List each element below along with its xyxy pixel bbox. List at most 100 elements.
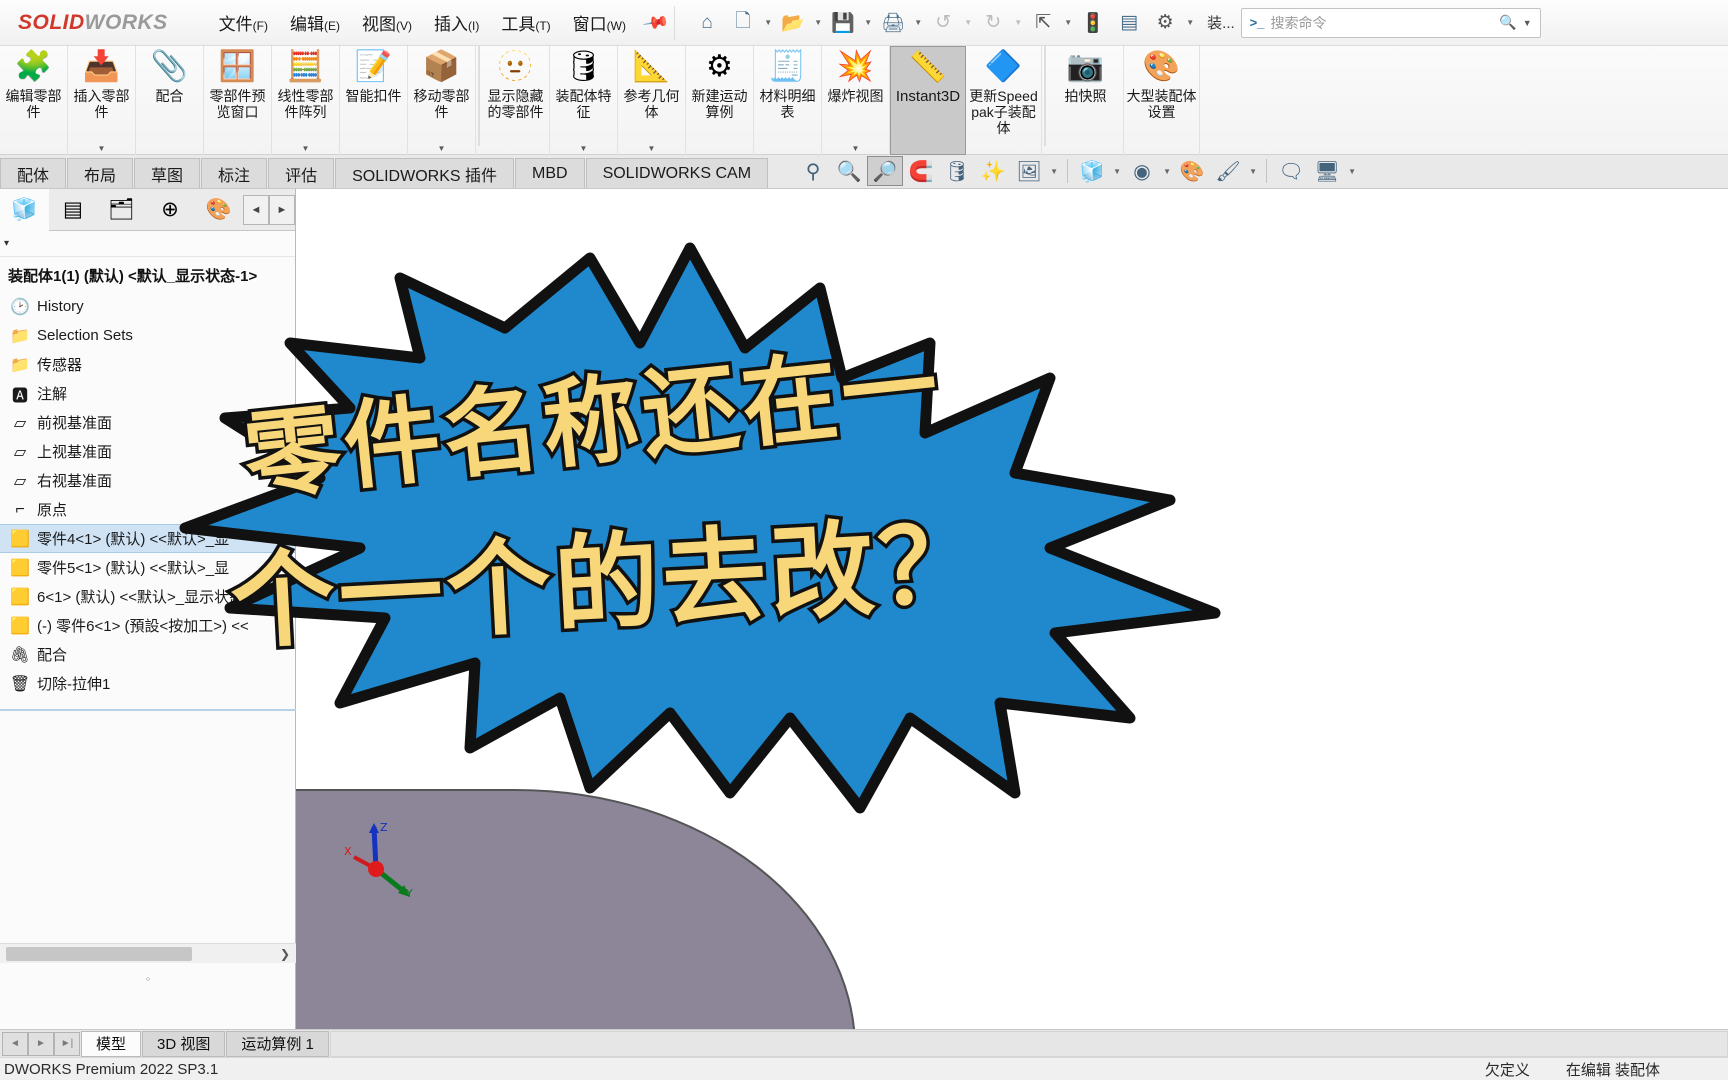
feature-tree-horizontal-scrollbar[interactable]: ❯ — [0, 943, 296, 963]
ribbon-insert-components[interactable]: 📥 插入零部件 ▼ — [68, 46, 136, 155]
linear-pattern-chevron-down-icon[interactable]: ▼ — [302, 144, 310, 153]
view-settings-chevron-down-icon[interactable]: ▼ — [1110, 167, 1124, 176]
menu-edit[interactable]: 编辑(E) — [279, 6, 351, 39]
redo-icon[interactable]: ↻ — [975, 6, 1011, 40]
ribbon-smart-fasteners[interactable]: 📝 智能扣件 — [340, 46, 408, 155]
select-cursor-icon[interactable]: ⇱ — [1025, 6, 1061, 40]
viewport-chevron-down-icon[interactable]: ▼ — [1345, 167, 1359, 176]
bottom-tab-motion-study[interactable]: 运动算例 1 — [226, 1030, 329, 1057]
hide-show-items-icon[interactable]: 🖼 — [1011, 156, 1047, 186]
ribbon-linear-component-pattern[interactable]: 🧮 线性零部件阵列 ▼ — [272, 46, 340, 155]
print-icon[interactable]: 🖨 — [875, 6, 911, 40]
filter-chevron-down-icon[interactable]: ▾ — [4, 238, 9, 249]
move-component-chevron-down-icon[interactable]: ▼ — [438, 144, 446, 153]
ribbon-reference-geometry[interactable]: 📐 参考几何体 ▼ — [618, 46, 686, 155]
ribbon-move-component[interactable]: 📦 移动零部件 ▼ — [408, 46, 476, 155]
menu-file[interactable]: 文件(F) — [208, 6, 279, 39]
scene-chevron-down-icon[interactable]: ▼ — [1246, 167, 1260, 176]
display-manager-tab[interactable]: 🎨 — [194, 189, 243, 231]
select-chevron-down-icon[interactable]: ▼ — [1061, 18, 1075, 27]
view-settings-icon[interactable]: 🧊 — [1074, 156, 1110, 186]
viewport-icon[interactable]: 🖥 — [1309, 156, 1345, 186]
publish-icon[interactable]: 🗨 — [1273, 156, 1309, 186]
print-chevron-down-icon[interactable]: ▼ — [911, 18, 925, 27]
ribbon-update-speedpak[interactable]: 🔷 更新Speedpak子装配体 — [966, 46, 1042, 155]
hide-show-chevron-down-icon[interactable]: ▼ — [1047, 167, 1061, 176]
ribbon-take-snapshot[interactable]: 📷 拍快照 — [1048, 46, 1124, 155]
insert-components-chevron-down-icon[interactable]: ▼ — [98, 144, 106, 153]
configuration-manager-tab[interactable]: 🗂 — [97, 189, 146, 231]
property-manager-tab[interactable]: ▤ — [49, 189, 98, 231]
undo-icon[interactable]: ↺ — [925, 6, 961, 40]
view-orientation-icon[interactable]: 🧲 — [903, 156, 939, 186]
ribbon-component-preview-window[interactable]: 🪟 零部件预览窗口 — [204, 46, 272, 155]
open-folder-icon[interactable]: 📂 — [775, 6, 811, 40]
display-state-icon[interactable]: ◉ — [1124, 156, 1160, 186]
ribbon-instant3d[interactable]: 📏 Instant3D — [890, 46, 966, 155]
assembly-features-chevron-down-icon[interactable]: ▼ — [580, 144, 588, 153]
settings-gear-icon[interactable]: ⚙ — [1147, 6, 1183, 40]
dimxpert-manager-tab[interactable]: ⊕ — [146, 189, 195, 231]
new-document-icon[interactable]: 🗋 — [725, 6, 761, 40]
search-chevron-down-icon[interactable]: ▼ — [1523, 18, 1532, 28]
bottom-tab-model[interactable]: 模型 — [81, 1030, 142, 1057]
tab-nav-prev-icon[interactable]: ► — [28, 1031, 54, 1056]
search-input[interactable]: >_ 搜索命令 🔍 ▼ — [1240, 7, 1541, 38]
home-icon[interactable]: ⌂ — [689, 6, 725, 40]
scene-icon[interactable]: 🖌 — [1210, 156, 1246, 186]
tab-markup[interactable]: 标注 — [201, 158, 268, 188]
feature-manager-nav-left[interactable]: ◄ — [243, 194, 269, 225]
search-icon[interactable]: 🔍 — [1499, 14, 1516, 31]
save-chevron-down-icon[interactable]: ▼ — [861, 18, 875, 27]
menu-bar: SOLIDWORKS 文件(F) 编辑(E) 视图(V) 插入(I) 工具(T)… — [0, 0, 1728, 46]
tab-solidworks-cam[interactable]: SOLIDWORKS CAM — [585, 158, 769, 188]
ribbon-show-hidden-components[interactable]: 🫥 显示隐藏的零部件 — [482, 46, 550, 155]
ribbon-new-motion-study[interactable]: ⚙ 新建运动算例 — [686, 46, 754, 155]
ribbon-mate[interactable]: 📎 配合 — [136, 46, 204, 155]
undo-chevron-down-icon[interactable]: ▼ — [961, 18, 975, 27]
scrollbar-thumb[interactable] — [6, 946, 192, 961]
rebuild-traffic-light-icon[interactable]: 🚦 — [1075, 6, 1111, 40]
feature-manager-nav-right[interactable]: ► — [269, 194, 295, 225]
settings-chevron-down-icon[interactable]: ▼ — [1183, 18, 1197, 27]
tab-nav-first-icon[interactable]: ◄ — [2, 1031, 28, 1056]
tab-nav-last-icon[interactable]: ►| — [54, 1031, 80, 1056]
tab-mbd[interactable]: MBD — [515, 158, 585, 188]
new-document-chevron-down-icon[interactable]: ▼ — [761, 18, 775, 27]
options-list-icon[interactable]: ▤ — [1111, 6, 1147, 40]
reference-geometry-chevron-down-icon[interactable]: ▼ — [648, 144, 656, 153]
exploded-view-chevron-down-icon[interactable]: ▼ — [852, 144, 860, 153]
tab-layout[interactable]: 布局 — [67, 158, 134, 188]
panel-splitter-handle[interactable]: ◦ — [0, 969, 296, 987]
save-icon[interactable]: 💾 — [825, 6, 861, 40]
tab-solidworks-addins[interactable]: SOLIDWORKS 插件 — [335, 158, 514, 188]
component-icon: 🟨 — [10, 559, 30, 577]
zoom-fit-icon[interactable]: 🔍 — [831, 156, 867, 186]
ribbon-bill-of-materials[interactable]: 🧾 材料明细表 — [754, 46, 822, 155]
ribbon-exploded-view[interactable]: 💥 爆炸视图 ▼ — [822, 46, 890, 155]
feature-manager-nav-arrows: ◄ ► — [243, 194, 295, 225]
ribbon-large-assembly-settings[interactable]: 🎨 大型装配体设置 — [1124, 46, 1200, 155]
zoom-to-area-icon[interactable]: 🔎 — [867, 156, 904, 186]
apply-scene-icon[interactable]: ✨ — [975, 156, 1011, 186]
open-chevron-down-icon[interactable]: ▼ — [811, 18, 825, 27]
redo-chevron-down-icon[interactable]: ▼ — [1011, 18, 1025, 27]
scrollbar-right-arrow-icon[interactable]: ❯ — [280, 947, 290, 961]
menu-view[interactable]: 视图(V) — [351, 6, 423, 39]
feature-manager-tree-tab[interactable]: 🧊 — [0, 188, 49, 231]
display-style-icon[interactable]: 🛢 — [939, 156, 975, 186]
ribbon-assembly-features[interactable]: 🛢 装配体特征 ▼ — [550, 46, 618, 155]
tree-item-label: 传感器 — [37, 357, 83, 374]
tab-sketch[interactable]: 草图 — [134, 158, 201, 188]
ribbon-edit-component[interactable]: 🧩 编辑零部件 — [0, 46, 68, 155]
menu-insert[interactable]: 插入(I) — [423, 6, 490, 39]
display-state-chevron-down-icon[interactable]: ▼ — [1160, 167, 1174, 176]
pushpin-icon[interactable]: 📌 — [641, 8, 670, 37]
tab-evaluate[interactable]: 评估 — [268, 158, 335, 188]
menu-window[interactable]: 窗口(W) — [562, 6, 637, 39]
tab-assembly[interactable]: 配体 — [0, 158, 67, 188]
bottom-tab-3d-views[interactable]: 3D 视图 — [142, 1030, 226, 1057]
appearances-icon[interactable]: 🎨 — [1174, 156, 1210, 186]
section-view-icon[interactable]: ⚲ — [795, 156, 831, 186]
menu-tools[interactable]: 工具(T) — [490, 6, 561, 39]
